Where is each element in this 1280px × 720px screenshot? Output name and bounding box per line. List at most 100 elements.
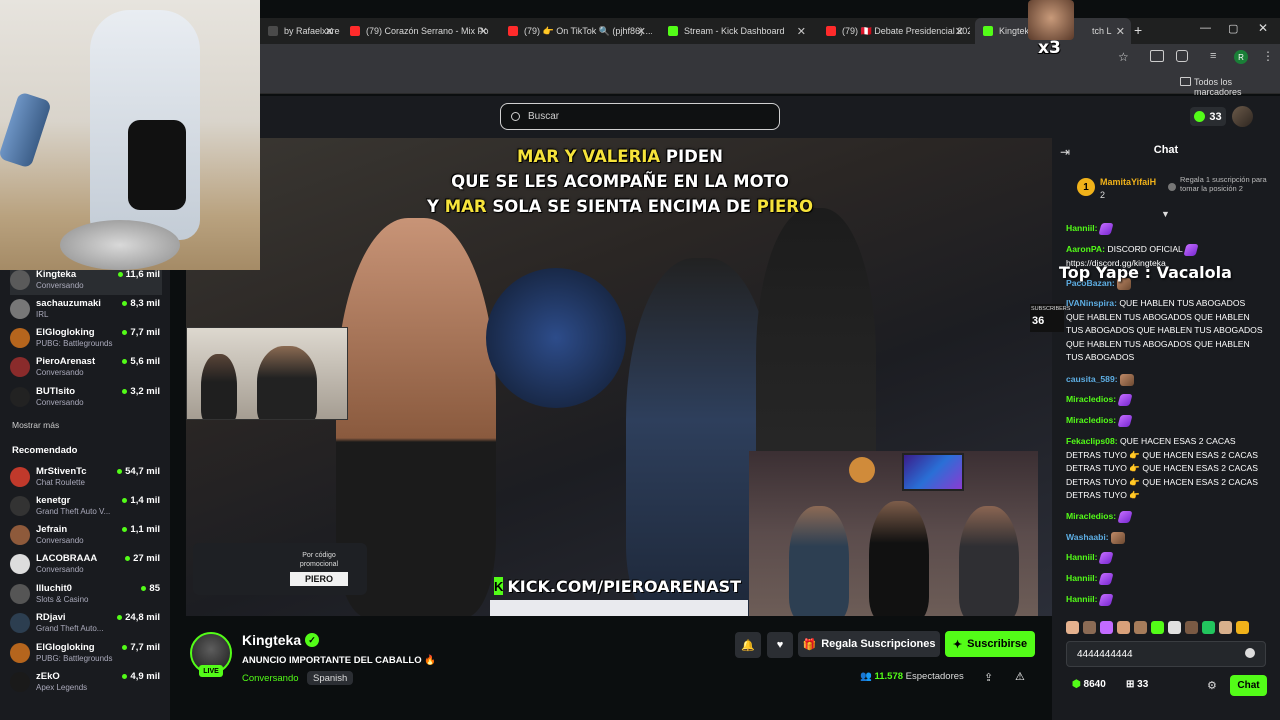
emote-icon[interactable]: [1117, 620, 1130, 634]
browser-tab[interactable]: by RafaelxaredI✕: [260, 18, 340, 44]
channel-avatar: [10, 496, 30, 516]
leaderboard-user[interactable]: MamitaYifaiH: [1100, 177, 1156, 187]
browser-tab[interactable]: (79) Corazón Serrano - Mix Po ✕: [342, 18, 494, 44]
live-dot-icon: [117, 468, 123, 474]
channel-viewers: 1,4 mil: [122, 495, 160, 506]
channel-category: PUBG: Battlegrounds: [36, 339, 113, 348]
sidebar-channel[interactable]: sachauzumaki IRL 8,3 mil: [10, 296, 162, 324]
browser-menu-icon[interactable]: ⋮: [1262, 49, 1274, 63]
chat-points[interactable]: ⬢ 8640: [1072, 679, 1106, 690]
browser-profile-avatar[interactable]: R: [1234, 50, 1248, 64]
close-window-button[interactable]: ✕: [1258, 21, 1268, 35]
emote-icon[interactable]: [1151, 620, 1164, 634]
emote-icon[interactable]: [1100, 620, 1113, 634]
emote-bar: [1066, 618, 1266, 636]
minimize-button[interactable]: —: [1200, 22, 1211, 34]
chat-username[interactable]: Miracledios:: [1066, 415, 1116, 425]
follow-button[interactable]: ♥: [767, 632, 793, 658]
close-tab-icon[interactable]: ✕: [797, 25, 806, 38]
close-tab-icon[interactable]: ✕: [955, 25, 964, 38]
kick-points-icon: [1194, 111, 1206, 122]
close-tab-icon[interactable]: ✕: [325, 25, 334, 38]
emote-icon[interactable]: [1083, 620, 1096, 634]
sidebar-channel[interactable]: PieroArenast Conversando 5,6 mil: [10, 354, 162, 382]
channel-category: Conversando: [36, 565, 84, 574]
chat-username[interactable]: Washaabi:: [1066, 532, 1109, 542]
gear-icon[interactable]: ⚙: [1207, 679, 1217, 692]
chat-username[interactable]: Hanniil:: [1066, 223, 1098, 233]
emoji-icon[interactable]: [1245, 648, 1255, 658]
search-input[interactable]: Buscar: [500, 103, 780, 130]
all-bookmarks-link[interactable]: Todos los marcadores: [1194, 77, 1280, 97]
emote-icon[interactable]: [1236, 620, 1249, 634]
channel-viewers: 54,7 mil: [117, 466, 160, 477]
channel-avatar: [10, 357, 30, 377]
chat-username[interactable]: Hanniil:: [1066, 594, 1098, 604]
sidebar-channel[interactable]: BUTIsito Conversando 3,2 mil: [10, 384, 162, 412]
subscribe-button[interactable]: ✦ Suscribirse: [945, 631, 1035, 657]
stream-category[interactable]: Conversando: [242, 673, 299, 684]
points-value: 33: [1209, 110, 1222, 123]
emote-icon: [1116, 414, 1133, 427]
share-icon[interactable]: ⇪: [984, 671, 993, 684]
sidebar-channel[interactable]: ElGlogloking PUBG: Battlegrounds 7,7 mil: [10, 325, 162, 353]
sidebar-channel[interactable]: zEkO Apex Legends 4,9 mil: [10, 669, 162, 697]
channel-category: Chat Roulette: [36, 478, 85, 487]
show-more-link[interactable]: Mostrar más: [12, 420, 59, 430]
chat-username[interactable]: Hanniil:: [1066, 552, 1098, 562]
sidebar-channel[interactable]: Kingteka Conversando 11,6 mil: [10, 267, 162, 295]
streamer-name[interactable]: Kingteka: [242, 632, 301, 648]
maximize-button[interactable]: ▢: [1228, 22, 1238, 35]
sidebar-channel[interactable]: ElGlogloking PUBG: Battlegrounds 7,7 mil: [10, 640, 162, 668]
emote-icon[interactable]: [1168, 620, 1181, 634]
channel-avatar: [10, 467, 30, 487]
close-tab-icon[interactable]: ✕: [479, 25, 488, 38]
sidebar-channel[interactable]: Jefrain Conversando 1,1 mil: [10, 522, 162, 550]
channel-viewers: 24,8 mil: [117, 612, 160, 623]
sidebar-channel[interactable]: Illuchit0 Slots & Casino 85: [10, 581, 162, 609]
chat-username[interactable]: Fekaclips08:: [1066, 436, 1118, 446]
emote-icon[interactable]: [1185, 620, 1198, 634]
sidebar-channel[interactable]: MrStivenTc Chat Roulette 54,7 mil: [10, 464, 162, 492]
browser-tab[interactable]: Stream - Kick Dashboard ✕: [660, 18, 812, 44]
notification-bell-button[interactable]: 🔔: [735, 632, 761, 658]
chat-input[interactable]: 4444444444: [1066, 641, 1266, 667]
report-icon[interactable]: ⚠: [1015, 670, 1025, 683]
video-taskbar: [490, 600, 748, 616]
chat-username[interactable]: Miracledios:: [1066, 394, 1116, 404]
chat-send-button[interactable]: Chat: [1230, 675, 1267, 696]
close-tab-icon[interactable]: ✕: [637, 25, 646, 38]
channel-viewers: 3,2 mil: [122, 386, 160, 397]
close-tab-icon[interactable]: ✕: [1116, 25, 1125, 38]
chat-username[interactable]: AaronPA:: [1066, 244, 1105, 254]
channel-category: Grand Theft Auto...: [36, 624, 104, 633]
chat-username[interactable]: causita_589:: [1066, 374, 1118, 384]
media-control-icon[interactable]: ≡: [1210, 50, 1216, 62]
sidebar-channel[interactable]: RDjavi Grand Theft Auto... 24,8 mil: [10, 610, 162, 638]
browser-tab[interactable]: (79) 👉 On TikTok 🔍 (pjhf86) ... ✕: [500, 18, 652, 44]
extensions-icon[interactable]: [1176, 50, 1188, 62]
chat-username[interactable]: Hanniil:: [1066, 573, 1098, 583]
emote-icon[interactable]: [1134, 620, 1147, 634]
points-badge[interactable]: 33: [1190, 107, 1226, 126]
browser-tab[interactable]: (79) 🇵🇪 Debate Presidencial 202 ✕: [818, 18, 970, 44]
chevron-down-icon[interactable]: ▼: [1161, 209, 1170, 219]
gift-subs-button[interactable]: 🎁 Regala Suscripciones: [798, 631, 940, 657]
sidebar-channel[interactable]: LACOBRAAA Conversando 27 mil: [10, 551, 162, 579]
emote-icon[interactable]: [1202, 620, 1215, 634]
new-tab-button[interactable]: +: [1134, 22, 1142, 38]
bookmark-star-icon[interactable]: ☆: [1118, 50, 1129, 64]
chat-username[interactable]: IVANinspira:: [1066, 298, 1117, 308]
sidebar-channel[interactable]: kenetgr Grand Theft Auto V... 1,4 mil: [10, 493, 162, 521]
verified-check-icon: ✓: [305, 633, 319, 647]
chat-subs[interactable]: ⊞ 33: [1126, 679, 1148, 690]
emote-icon[interactable]: [1219, 620, 1232, 634]
chat-username[interactable]: Miracledios:: [1066, 511, 1116, 521]
emote-icon[interactable]: [1066, 620, 1079, 634]
screenshot-icon[interactable]: [1150, 50, 1164, 62]
user-avatar[interactable]: [1232, 106, 1253, 127]
emote-icon: [1111, 531, 1126, 544]
promo-code: PIERO: [290, 572, 348, 586]
language-tag[interactable]: Spanish: [307, 671, 354, 685]
live-dot-icon: [122, 329, 128, 335]
